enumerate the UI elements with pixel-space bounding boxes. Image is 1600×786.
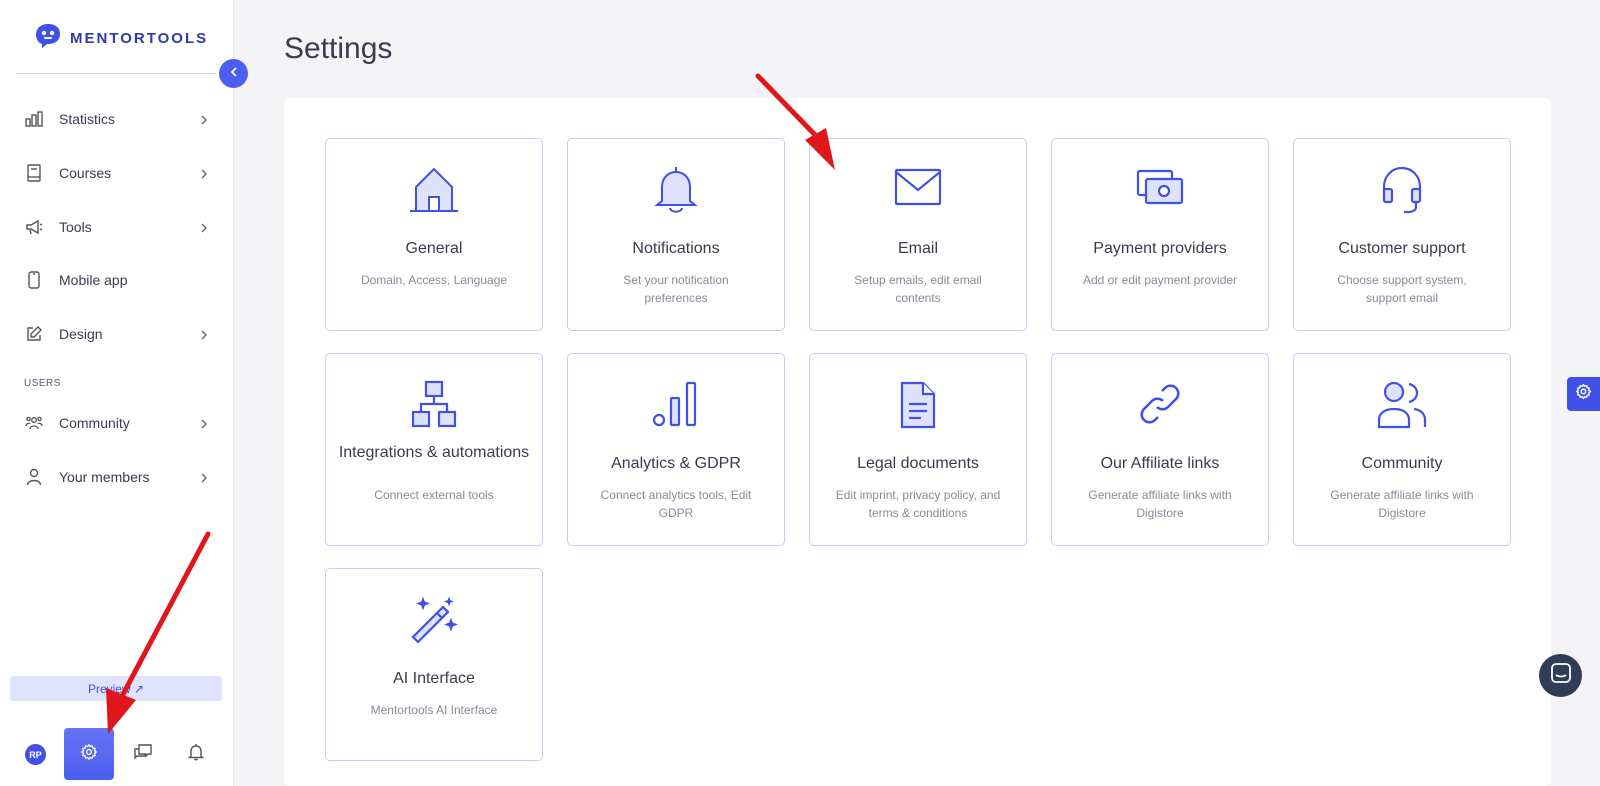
document-icon: [810, 380, 1026, 430]
sidebar-item-label: Tools: [59, 219, 92, 235]
card-title: Community: [1361, 455, 1443, 472]
sidebar-item-label: Community: [59, 415, 130, 431]
card-description: Connect analytics tools, Edit GDPR: [600, 488, 752, 520]
card-title: Integrations & automations: [338, 444, 530, 461]
bar-chart-icon: [24, 109, 44, 129]
sidebar-item-mobile-app[interactable]: Mobile app: [24, 265, 210, 295]
pencil-square-icon: [24, 324, 44, 344]
card-description: Domain, Access, Language: [360, 273, 508, 287]
sidebar-item-label: Your members: [59, 469, 150, 485]
chevron-right-icon: [198, 471, 210, 483]
chat-icon: [133, 743, 153, 766]
sidebar: MENTORTOOLS Statistics Courses Tools Mob…: [0, 0, 234, 786]
chat-widget-icon: [1550, 662, 1572, 689]
settings-card-community[interactable]: Community Generate affiliate links with …: [1293, 353, 1511, 546]
card-title: Notifications: [632, 240, 720, 257]
chevron-right-icon: [198, 167, 210, 179]
settings-card-customer-support[interactable]: Customer support Choose support system, …: [1293, 138, 1511, 331]
brand-logo[interactable]: MENTORTOOLS: [34, 22, 208, 55]
settings-card-integrations[interactable]: Integrations & automations Connect exter…: [325, 353, 543, 546]
card-title: Email: [897, 240, 938, 257]
preview-button[interactable]: Preview ↗: [10, 676, 222, 701]
sidebar-item-label: Statistics: [59, 111, 116, 127]
headset-icon: [1294, 165, 1510, 215]
settings-panel: General Domain, Access, Language Notific…: [284, 98, 1551, 786]
people-group-icon: [24, 413, 44, 433]
users-icon: [1294, 380, 1510, 430]
settings-card-legal-documents[interactable]: Legal documents Edit imprint, privacy po…: [809, 353, 1027, 546]
card-description: Mentortools AI Interface: [370, 703, 498, 717]
sidebar-collapse-button[interactable]: [219, 59, 248, 88]
bell-icon: [187, 743, 205, 766]
sidebar-item-label: Design: [59, 326, 103, 342]
support-chat-button[interactable]: [1539, 654, 1582, 697]
mentortools-logo-icon: [34, 22, 62, 55]
card-description: Choose support system, support email: [1337, 273, 1467, 305]
sidebar-item-community[interactable]: Community: [24, 408, 210, 438]
chat-messages-button[interactable]: [132, 743, 154, 765]
megaphone-icon: [24, 217, 44, 237]
gear-icon: [1575, 383, 1592, 405]
settings-card-general[interactable]: General Domain, Access, Language: [325, 138, 543, 331]
card-description: Connect external tools: [374, 488, 494, 502]
analytics-icon: [568, 380, 784, 430]
section-label-users: USERS: [24, 378, 61, 389]
sidebar-item-statistics[interactable]: Statistics: [24, 104, 210, 134]
sidebar-divider: [16, 73, 216, 74]
sidebar-item-your-members[interactable]: Your members: [24, 462, 210, 492]
card-title: General: [405, 240, 463, 257]
card-description: Edit imprint, privacy policy, and terms …: [835, 488, 1001, 520]
chevron-right-icon: [198, 328, 210, 340]
card-title: Payment providers: [1093, 240, 1227, 257]
home-icon: [326, 165, 542, 215]
card-description: Set your notification preferences: [623, 273, 729, 305]
sidebar-item-design[interactable]: Design: [24, 319, 210, 349]
phone-icon: [24, 270, 44, 290]
sidebar-item-label: Mobile app: [59, 272, 128, 288]
sidebar-bottom-bar: RP: [0, 728, 234, 780]
settings-card-notifications[interactable]: Notifications Set your notification pref…: [567, 138, 785, 331]
chevron-right-icon: [198, 417, 210, 429]
card-description: Add or edit payment provider: [1082, 273, 1238, 287]
card-title: AI Interface: [393, 670, 475, 687]
hierarchy-icon: [326, 380, 542, 430]
card-description: Setup emails, edit email contents: [854, 273, 982, 305]
money-icon: [1052, 165, 1268, 215]
card-title: Our Affiliate links: [1100, 455, 1220, 472]
floating-settings-button[interactable]: [1567, 377, 1600, 411]
card-title: Analytics & GDPR: [611, 455, 741, 472]
settings-button[interactable]: [64, 728, 114, 780]
sidebar-item-courses[interactable]: Courses: [24, 158, 210, 188]
settings-card-email[interactable]: Email Setup emails, edit email contents: [809, 138, 1027, 331]
settings-card-affiliate-links[interactable]: Our Affiliate links Generate affiliate l…: [1051, 353, 1269, 546]
card-description: Generate affiliate links with Digistore: [1088, 488, 1232, 520]
chevron-right-icon: [198, 221, 210, 233]
sidebar-item-label: Courses: [59, 165, 112, 181]
chevron-left-icon: [228, 65, 240, 83]
book-icon: [24, 163, 44, 183]
sidebar-item-tools[interactable]: Tools: [24, 212, 210, 242]
chevron-right-icon: [198, 113, 210, 125]
card-title: Legal documents: [857, 455, 979, 472]
link-icon: [1052, 380, 1268, 430]
envelope-icon: [810, 165, 1026, 215]
settings-card-analytics-gdpr[interactable]: Analytics & GDPR Connect analytics tools…: [567, 353, 785, 546]
magic-wand-icon: [326, 595, 542, 645]
brand-name: MENTORTOOLS: [70, 30, 209, 47]
avatar[interactable]: RP: [25, 744, 46, 765]
gear-icon: [80, 743, 98, 766]
user-icon: [24, 467, 44, 487]
bell-icon: [568, 165, 784, 215]
page-title: Settings: [284, 32, 393, 65]
settings-card-payment-providers[interactable]: Payment providers Add or edit payment pr…: [1051, 138, 1269, 331]
card-description: Generate affiliate links with Digistore: [1330, 488, 1474, 520]
card-title: Customer support: [1338, 240, 1466, 257]
settings-card-ai-interface[interactable]: AI Interface Mentortools AI Interface: [325, 568, 543, 761]
notifications-button[interactable]: [185, 743, 207, 765]
